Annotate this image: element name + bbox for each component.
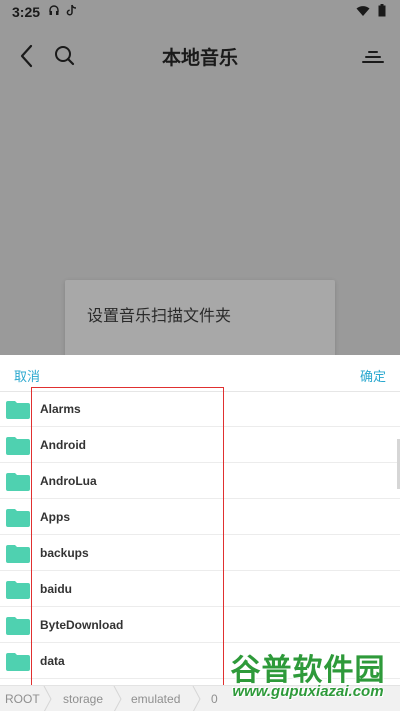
app-bar: 本地音乐	[0, 36, 400, 76]
scrollbar[interactable]	[396, 391, 400, 691]
folder-icon	[6, 473, 30, 491]
folder-name: ByteDownload	[40, 618, 124, 632]
folder-name: Apps	[40, 510, 70, 524]
status-bar: 3:25	[0, 0, 400, 24]
folder-icon	[6, 437, 30, 455]
folder-row[interactable]: Apps	[0, 499, 400, 535]
folder-name: AndroLua	[40, 474, 97, 488]
folder-row[interactable]: Alarms	[0, 391, 400, 427]
sort-menu-icon[interactable]	[360, 43, 386, 69]
dialog-title: 设置音乐扫描文件夹	[87, 308, 232, 325]
chevron-right-icon	[113, 686, 122, 711]
folder-name: baidu	[40, 582, 72, 596]
wifi-icon	[356, 5, 370, 16]
watermark-url: www.gupuxiazai.com	[232, 683, 384, 700]
page-title: 本地音乐	[161, 48, 238, 69]
battery-icon	[378, 4, 386, 17]
status-icons	[356, 4, 386, 17]
folder-row[interactable]: AndroLua	[0, 463, 400, 499]
chevron-right-icon	[43, 686, 52, 711]
folder-icon	[6, 545, 30, 563]
folder-icon	[6, 653, 30, 671]
folder-icon	[6, 617, 30, 635]
sheet-header: 取消 确定	[0, 355, 400, 392]
screen: 3:25 本地音乐 设置音乐扫描文件夹 取消 确定 Alarms Android…	[0, 0, 400, 711]
folder-icon	[6, 509, 30, 527]
folder-row[interactable]: baidu	[0, 571, 400, 607]
site-watermark: 谷普软件园 www.gupuxiazai.com	[220, 645, 396, 707]
chevron-right-icon	[192, 686, 201, 711]
folder-row[interactable]: backups	[0, 535, 400, 571]
breadcrumb-item[interactable]: 0	[211, 692, 218, 706]
confirm-button[interactable]: 确定	[360, 366, 386, 385]
breadcrumb-item[interactable]: storage	[63, 692, 103, 706]
folder-row[interactable]: Android	[0, 427, 400, 463]
folder-row[interactable]: ByteDownload	[0, 607, 400, 643]
folder-list: Alarms Android AndroLua Apps backups bai…	[0, 391, 400, 679]
folder-name: backups	[40, 546, 89, 560]
breadcrumb-item[interactable]: emulated	[131, 692, 180, 706]
folder-name: Android	[40, 438, 86, 452]
tiktok-icon	[66, 4, 77, 16]
breadcrumb-item[interactable]: ROOT	[5, 692, 40, 706]
status-time: 3:25	[12, 4, 41, 20]
headphones-icon	[49, 5, 59, 15]
cancel-button[interactable]: 取消	[14, 366, 40, 385]
folder-icon	[6, 581, 30, 599]
folder-name: data	[40, 654, 65, 668]
folder-icon	[6, 401, 30, 419]
folder-name: Alarms	[40, 402, 81, 416]
